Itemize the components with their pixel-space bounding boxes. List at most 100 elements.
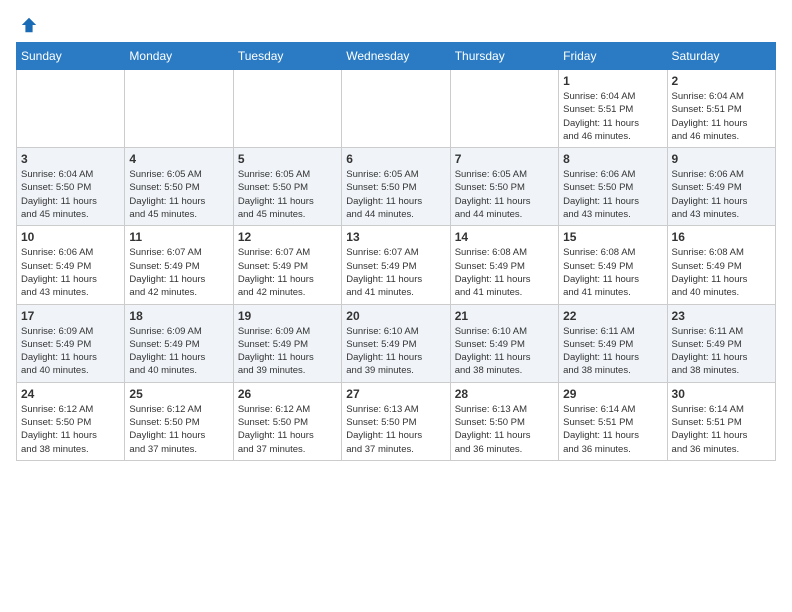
day-number: 27 <box>346 387 445 401</box>
logo <box>16 16 38 34</box>
day-info: Sunrise: 6:10 AM Sunset: 5:49 PM Dayligh… <box>346 325 445 378</box>
calendar-cell: 26 Sunrise: 6:12 AM Sunset: 5:50 PM Dayli… <box>233 382 341 460</box>
calendar-cell: 23Sunrise: 6:11 AM Sunset: 5:49 PM Dayli… <box>667 304 775 382</box>
day-number: 22 <box>563 309 662 323</box>
calendar-cell <box>450 70 558 148</box>
day-info: Sunrise: 6:08 AM Sunset: 5:49 PM Dayligh… <box>672 246 771 299</box>
calendar-cell: 10 Sunrise: 6:06 AM Sunset: 5:49 PM Dayli… <box>17 226 125 304</box>
day-number: 15 <box>563 230 662 244</box>
calendar-cell: 13 Sunrise: 6:07 AM Sunset: 5:49 PM Dayli… <box>342 226 450 304</box>
calendar-cell: 3Sunrise: 6:04 AM Sunset: 5:50 PM Daylig… <box>17 148 125 226</box>
calendar-table: SundayMondayTuesdayWednesdayThursdayFrid… <box>16 42 776 461</box>
day-info: Sunrise: 6:14 AM Sunset: 5:51 PM Dayligh… <box>672 403 771 456</box>
day-info: Sunrise: 6:04 AM Sunset: 5:51 PM Dayligh… <box>672 90 771 143</box>
day-info: Sunrise: 6:05 AM Sunset: 5:50 PM Dayligh… <box>455 168 554 221</box>
day-number: 17 <box>21 309 120 323</box>
day-number: 8 <box>563 152 662 166</box>
day-number: 19 <box>238 309 337 323</box>
day-info: Sunrise: 6:07 AM Sunset: 5:49 PM Dayligh… <box>346 246 445 299</box>
calendar-cell: 5 Sunrise: 6:05 AM Sunset: 5:50 PM Daylig… <box>233 148 341 226</box>
day-info: Sunrise: 6:06 AM Sunset: 5:50 PM Dayligh… <box>563 168 662 221</box>
calendar-cell: 28Sunrise: 6:13 AM Sunset: 5:50 PM Dayli… <box>450 382 558 460</box>
day-info: Sunrise: 6:04 AM Sunset: 5:51 PM Dayligh… <box>563 90 662 143</box>
day-number: 7 <box>455 152 554 166</box>
day-number: 24 <box>21 387 120 401</box>
day-info: Sunrise: 6:09 AM Sunset: 5:49 PM Dayligh… <box>238 325 337 378</box>
calendar-cell <box>125 70 233 148</box>
day-number: 10 <box>21 230 120 244</box>
calendar-week-row: 10 Sunrise: 6:06 AM Sunset: 5:49 PM Dayli… <box>17 226 776 304</box>
calendar-cell: 16 Sunrise: 6:08 AM Sunset: 5:49 PM Dayli… <box>667 226 775 304</box>
calendar-cell: 2 Sunrise: 6:04 AM Sunset: 5:51 PM Daylig… <box>667 70 775 148</box>
day-number: 9 <box>672 152 771 166</box>
day-info: Sunrise: 6:05 AM Sunset: 5:50 PM Dayligh… <box>238 168 337 221</box>
calendar-cell: 18 Sunrise: 6:09 AM Sunset: 5:49 PM Dayli… <box>125 304 233 382</box>
day-info: Sunrise: 6:09 AM Sunset: 5:49 PM Dayligh… <box>129 325 228 378</box>
day-number: 6 <box>346 152 445 166</box>
day-info: Sunrise: 6:07 AM Sunset: 5:49 PM Dayligh… <box>129 246 228 299</box>
calendar-cell <box>342 70 450 148</box>
calendar-week-row: 17 Sunrise: 6:09 AM Sunset: 5:49 PM Dayli… <box>17 304 776 382</box>
calendar-cell: 17 Sunrise: 6:09 AM Sunset: 5:49 PM Dayli… <box>17 304 125 382</box>
day-number: 30 <box>672 387 771 401</box>
day-info: Sunrise: 6:05 AM Sunset: 5:50 PM Dayligh… <box>129 168 228 221</box>
calendar-cell: 15Sunrise: 6:08 AM Sunset: 5:49 PM Dayli… <box>559 226 667 304</box>
calendar-cell <box>17 70 125 148</box>
page-header <box>16 16 776 34</box>
calendar-cell: 21 Sunrise: 6:10 AM Sunset: 5:49 PM Dayli… <box>450 304 558 382</box>
weekday-header: Thursday <box>450 43 558 70</box>
weekday-header: Sunday <box>17 43 125 70</box>
calendar-cell: 29 Sunrise: 6:14 AM Sunset: 5:51 PM Dayli… <box>559 382 667 460</box>
day-number: 1 <box>563 74 662 88</box>
day-number: 3 <box>21 152 120 166</box>
calendar-cell: 30 Sunrise: 6:14 AM Sunset: 5:51 PM Dayli… <box>667 382 775 460</box>
calendar-cell: 24 Sunrise: 6:12 AM Sunset: 5:50 PM Dayli… <box>17 382 125 460</box>
day-number: 21 <box>455 309 554 323</box>
day-number: 11 <box>129 230 228 244</box>
day-number: 13 <box>346 230 445 244</box>
calendar-cell: 27Sunrise: 6:13 AM Sunset: 5:50 PM Dayli… <box>342 382 450 460</box>
calendar-cell <box>233 70 341 148</box>
weekday-header: Saturday <box>667 43 775 70</box>
day-info: Sunrise: 6:08 AM Sunset: 5:49 PM Dayligh… <box>455 246 554 299</box>
calendar-cell: 1 Sunrise: 6:04 AM Sunset: 5:51 PM Daylig… <box>559 70 667 148</box>
day-info: Sunrise: 6:09 AM Sunset: 5:49 PM Dayligh… <box>21 325 120 378</box>
weekday-header: Monday <box>125 43 233 70</box>
day-number: 29 <box>563 387 662 401</box>
day-info: Sunrise: 6:14 AM Sunset: 5:51 PM Dayligh… <box>563 403 662 456</box>
day-number: 18 <box>129 309 228 323</box>
calendar-cell: 6 Sunrise: 6:05 AM Sunset: 5:50 PM Daylig… <box>342 148 450 226</box>
day-number: 25 <box>129 387 228 401</box>
calendar-cell: 14 Sunrise: 6:08 AM Sunset: 5:49 PM Dayli… <box>450 226 558 304</box>
day-info: Sunrise: 6:12 AM Sunset: 5:50 PM Dayligh… <box>129 403 228 456</box>
weekday-header: Wednesday <box>342 43 450 70</box>
logo-icon <box>20 16 38 34</box>
day-info: Sunrise: 6:07 AM Sunset: 5:49 PM Dayligh… <box>238 246 337 299</box>
day-info: Sunrise: 6:12 AM Sunset: 5:50 PM Dayligh… <box>238 403 337 456</box>
day-number: 20 <box>346 309 445 323</box>
day-number: 26 <box>238 387 337 401</box>
day-info: Sunrise: 6:11 AM Sunset: 5:49 PM Dayligh… <box>563 325 662 378</box>
calendar-cell: 7 Sunrise: 6:05 AM Sunset: 5:50 PM Daylig… <box>450 148 558 226</box>
calendar-week-row: 3Sunrise: 6:04 AM Sunset: 5:50 PM Daylig… <box>17 148 776 226</box>
day-info: Sunrise: 6:06 AM Sunset: 5:49 PM Dayligh… <box>672 168 771 221</box>
calendar-cell: 11 Sunrise: 6:07 AM Sunset: 5:49 PM Dayli… <box>125 226 233 304</box>
calendar-cell: 9 Sunrise: 6:06 AM Sunset: 5:49 PM Daylig… <box>667 148 775 226</box>
day-info: Sunrise: 6:13 AM Sunset: 5:50 PM Dayligh… <box>455 403 554 456</box>
day-info: Sunrise: 6:11 AM Sunset: 5:49 PM Dayligh… <box>672 325 771 378</box>
day-info: Sunrise: 6:12 AM Sunset: 5:50 PM Dayligh… <box>21 403 120 456</box>
day-number: 14 <box>455 230 554 244</box>
calendar-cell: 25 Sunrise: 6:12 AM Sunset: 5:50 PM Dayli… <box>125 382 233 460</box>
calendar-cell: 19 Sunrise: 6:09 AM Sunset: 5:49 PM Dayli… <box>233 304 341 382</box>
day-info: Sunrise: 6:06 AM Sunset: 5:49 PM Dayligh… <box>21 246 120 299</box>
day-number: 2 <box>672 74 771 88</box>
calendar-cell: 8 Sunrise: 6:06 AM Sunset: 5:50 PM Daylig… <box>559 148 667 226</box>
calendar-week-row: 24 Sunrise: 6:12 AM Sunset: 5:50 PM Dayli… <box>17 382 776 460</box>
weekday-header: Friday <box>559 43 667 70</box>
calendar-week-row: 1 Sunrise: 6:04 AM Sunset: 5:51 PM Daylig… <box>17 70 776 148</box>
day-info: Sunrise: 6:10 AM Sunset: 5:49 PM Dayligh… <box>455 325 554 378</box>
day-number: 16 <box>672 230 771 244</box>
calendar-header-row: SundayMondayTuesdayWednesdayThursdayFrid… <box>17 43 776 70</box>
day-number: 5 <box>238 152 337 166</box>
day-info: Sunrise: 6:05 AM Sunset: 5:50 PM Dayligh… <box>346 168 445 221</box>
